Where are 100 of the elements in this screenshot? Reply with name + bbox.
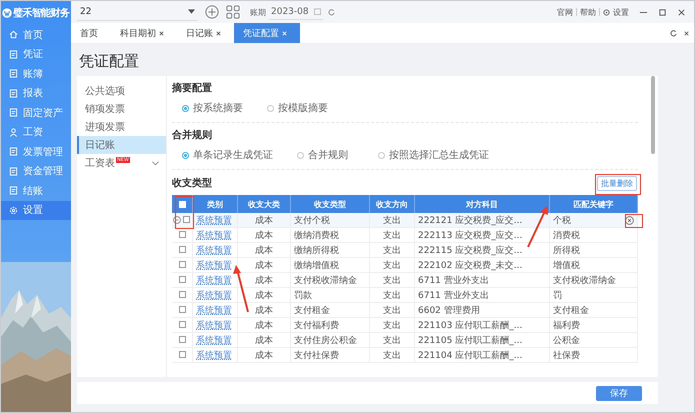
nav-item[interactable]: 资金管理 — [1, 162, 71, 181]
table-cell: 福利费 — [553, 320, 580, 330]
table-cell: 缴纳增值税 — [294, 260, 339, 270]
page-title: 凭证配置 — [79, 51, 140, 71]
table-cell: 221103 应付职工薪酬_... — [418, 320, 522, 330]
company-select[interactable]: 22 — [77, 4, 198, 20]
tab[interactable]: 日记账 — [177, 23, 234, 43]
table-cell: 公积金 — [553, 336, 580, 346]
app-logo: 璧禾智能财务 — [13, 6, 70, 20]
table-cell: 支付住房公积金 — [294, 336, 357, 346]
table-cell: 缴纳所得税 — [294, 246, 339, 256]
table-cell: 成本 — [255, 216, 273, 226]
batch-delete-button[interactable]: 批量删除 — [597, 176, 637, 191]
nav-item[interactable]: 发票管理 — [1, 142, 71, 162]
table-cell: 个税 — [553, 216, 571, 226]
nav-item[interactable]: 结账 — [1, 181, 71, 200]
menu-item[interactable]: 日记账 — [77, 136, 166, 154]
table-cell: 支出 — [383, 216, 401, 226]
table-cell: 所得税 — [553, 246, 580, 256]
tab[interactable]: 科目期初 — [111, 23, 177, 43]
radio-option[interactable]: 按照选择汇总生成凭证 — [378, 147, 489, 163]
table-cell: 221104 应付职工薪酬_... — [418, 350, 522, 360]
radio-option[interactable]: 单条记录生成凭证 — [182, 147, 273, 163]
table-cell: 支出 — [383, 260, 401, 270]
table-cell: 成本 — [255, 336, 273, 346]
section-title: 摘要配置 — [172, 82, 213, 96]
table-cell: 6711 营业外支出 — [418, 276, 489, 286]
table-cell: 221105 应付职工薪酬_... — [418, 336, 522, 346]
table-cell: 支付个税 — [294, 216, 330, 226]
top-link[interactable]: 官网 — [557, 6, 573, 18]
table-cell: 支付福利费 — [294, 320, 339, 330]
table-cell: 社保费 — [553, 350, 580, 360]
section-title: 合并规则 — [172, 129, 213, 143]
column-header: 对方科目 — [414, 195, 550, 213]
table-cell: 成本 — [255, 276, 273, 286]
table-cell: 支付税收滞纳金 — [553, 276, 616, 286]
menu-item[interactable]: 销项发票 — [77, 100, 166, 118]
table-cell: 缴纳消费税 — [294, 230, 339, 240]
category-link[interactable]: 系统预置 — [196, 306, 232, 316]
table-cell: 支出 — [383, 306, 401, 316]
column-header: 匹配关键字 — [550, 195, 638, 213]
nav-item[interactable]: 设置 — [1, 200, 71, 220]
top-link[interactable]: 设置 — [613, 6, 629, 18]
tab[interactable]: 凭证配置 — [234, 23, 300, 43]
column-header: 收支类型 — [290, 195, 370, 213]
table-cell: 罚款 — [294, 290, 312, 300]
section-title: 收支类型 — [172, 176, 212, 190]
radio-option[interactable]: 按模版摘要 — [267, 100, 328, 116]
nav-item[interactable]: 工资 — [1, 122, 71, 142]
period-field[interactable]: 2023-08 — [269, 4, 323, 20]
table-cell: 支出 — [383, 230, 401, 240]
top-link[interactable]: 帮助 — [580, 6, 596, 18]
nav-item[interactable]: 账簿 — [1, 64, 71, 84]
table-cell: 支出 — [383, 320, 401, 330]
nav-item[interactable]: 固定资产 — [1, 103, 71, 122]
menu-item[interactable]: 公共选项 — [77, 82, 166, 100]
table-cell: 支付税收滞纳金 — [294, 276, 357, 286]
table-cell: 支付社保费 — [294, 350, 339, 360]
column-header: 收支方向 — [370, 195, 414, 213]
table-cell: 支出 — [383, 290, 401, 300]
category-link[interactable]: 系统预置 — [196, 260, 232, 270]
table-cell: 222115 应交税费_应交... — [418, 246, 522, 256]
table-cell: 6602 管理费用 — [418, 306, 480, 316]
table-cell: 6711 营业外支出 — [418, 290, 489, 300]
tab[interactable]: 首页 — [71, 23, 111, 43]
table-cell: 成本 — [255, 320, 273, 330]
table-cell: 222121 应交税费_应交... — [418, 216, 522, 226]
table-cell: 支出 — [383, 246, 401, 256]
table-cell: 成本 — [255, 350, 273, 360]
table-cell: 罚 — [553, 290, 562, 300]
table-cell: 支出 — [383, 336, 401, 346]
column-header: 收支大类 — [238, 195, 290, 213]
save-button[interactable]: 保存 — [596, 386, 642, 400]
period-label: 账期 — [250, 6, 266, 18]
table-cell: 成本 — [255, 290, 273, 300]
nav-item[interactable]: 首页 — [1, 25, 71, 44]
table-cell: 支付租金 — [294, 306, 330, 316]
category-link[interactable]: 系统预置 — [196, 350, 232, 360]
table-cell: 支付租金 — [553, 306, 589, 316]
category-link[interactable]: 系统预置 — [196, 336, 232, 346]
table-cell: 成本 — [255, 230, 273, 240]
category-link[interactable]: 系统预置 — [196, 290, 232, 300]
category-link[interactable]: 系统预置 — [196, 246, 232, 256]
radio-option[interactable]: 按系统摘要 — [182, 100, 243, 116]
table-cell: 支出 — [383, 350, 401, 360]
radio-option[interactable]: 合并规则 — [297, 147, 348, 163]
nav-item[interactable]: 凭证 — [1, 44, 71, 64]
table-cell: 222113 应交税费_应交... — [418, 230, 522, 240]
nav-item[interactable]: 报表 — [1, 84, 71, 103]
column-header: 类别 — [192, 195, 238, 213]
table-cell: 成本 — [255, 260, 273, 270]
category-link[interactable]: 系统预置 — [196, 320, 232, 330]
table-cell: 成本 — [255, 246, 273, 256]
table-cell: 增值税 — [553, 260, 580, 270]
table-cell: 支出 — [383, 276, 401, 286]
table-cell: 222102 应交税费_未交... — [418, 260, 522, 270]
table-cell: 消费税 — [553, 230, 580, 240]
category-link[interactable]: 系统预置 — [196, 276, 232, 286]
menu-item[interactable]: 进项发票 — [77, 118, 166, 136]
category-link[interactable]: 系统预置 — [196, 230, 232, 240]
